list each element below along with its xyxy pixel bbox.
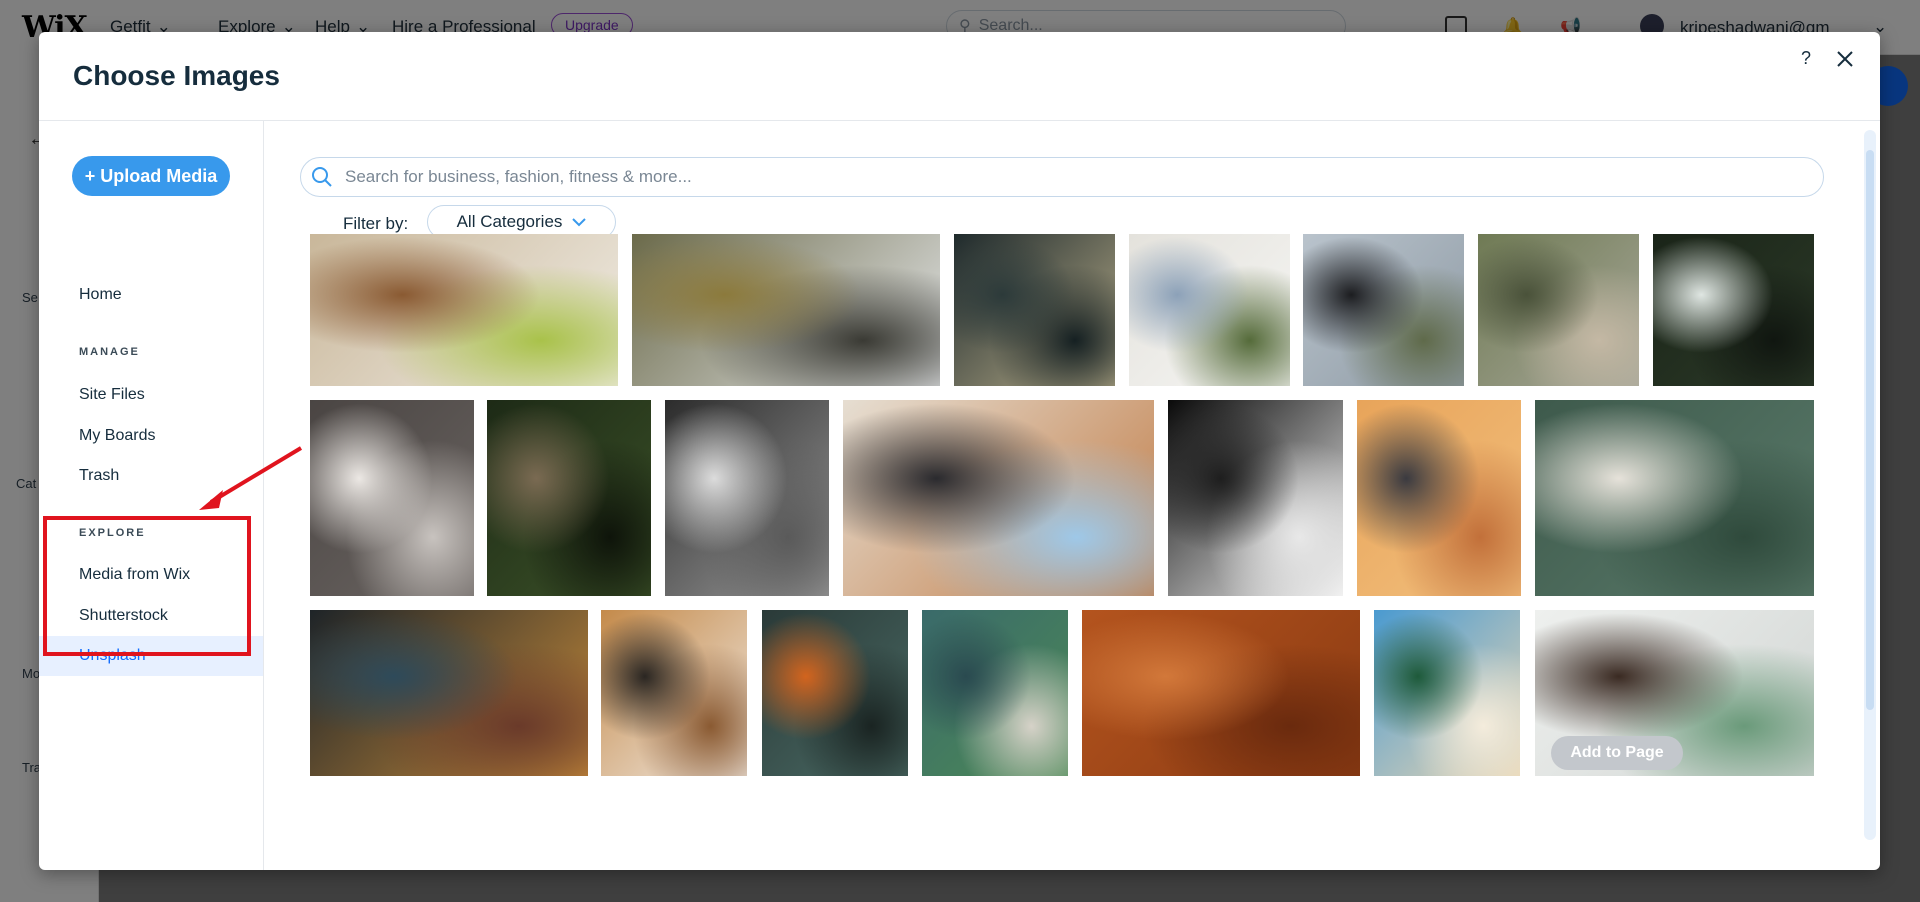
close-icon[interactable]: [1830, 44, 1860, 74]
image-sunset-kite[interactable]: [1357, 400, 1521, 596]
choose-images-dialog: Choose Images ? + Upload Media Home MANA…: [39, 32, 1880, 870]
image-orange-texture[interactable]: [1082, 610, 1360, 776]
section-heading-explore: EXPLORE: [79, 527, 146, 539]
image-people-walking[interactable]: [1129, 234, 1290, 386]
media-sidebar: + Upload Media Home MANAGE Site Files My…: [39, 120, 264, 870]
image-abstract-bw[interactable]: [1168, 400, 1343, 596]
image-pumpkin[interactable]: [762, 610, 908, 776]
image-man-flowers[interactable]: [665, 400, 829, 596]
image-forest-bridge[interactable]: [487, 400, 651, 596]
sidebar-item-trash[interactable]: Trash: [39, 456, 263, 496]
image-aerial-island[interactable]: [954, 234, 1115, 386]
section-heading-manage: MANAGE: [79, 346, 140, 358]
image-aerial-coast[interactable]: [922, 610, 1068, 776]
image-laptop-desk[interactable]: [843, 400, 1154, 596]
add-to-page-button[interactable]: Add to Page: [1551, 736, 1683, 770]
sidebar-item-site-files[interactable]: Site Files: [39, 375, 263, 415]
image-japan-alley[interactable]: [310, 610, 588, 776]
image-green-room[interactable]: [1535, 400, 1814, 596]
image-picnic[interactable]: [1478, 234, 1639, 386]
sidebar-item-home[interactable]: Home: [39, 275, 263, 315]
help-icon[interactable]: ?: [1794, 48, 1818, 74]
sidebar-item-unsplash[interactable]: Unsplash: [39, 636, 263, 676]
dialog-title: Choose Images: [73, 60, 280, 91]
image-black-church[interactable]: [1303, 234, 1464, 386]
image-waterfall[interactable]: [632, 234, 940, 386]
sidebar-item-shutterstock[interactable]: Shutterstock: [39, 596, 263, 636]
sidebar-item-my-boards[interactable]: My Boards: [39, 416, 263, 456]
grid-scrollbar-thumb[interactable]: [1866, 150, 1874, 710]
image-woman-laptop[interactable]: [601, 610, 747, 776]
image-dark-waterfall[interactable]: [1653, 234, 1814, 386]
dialog-header: Choose Images ?: [39, 32, 1880, 121]
sidebar-item-media-from-wix[interactable]: Media from Wix: [39, 555, 263, 595]
image-beach-palms[interactable]: [1374, 610, 1520, 776]
image-bride[interactable]: [310, 400, 474, 596]
upload-media-button[interactable]: + Upload Media: [72, 156, 230, 196]
image-desk-tablet[interactable]: [310, 234, 618, 386]
